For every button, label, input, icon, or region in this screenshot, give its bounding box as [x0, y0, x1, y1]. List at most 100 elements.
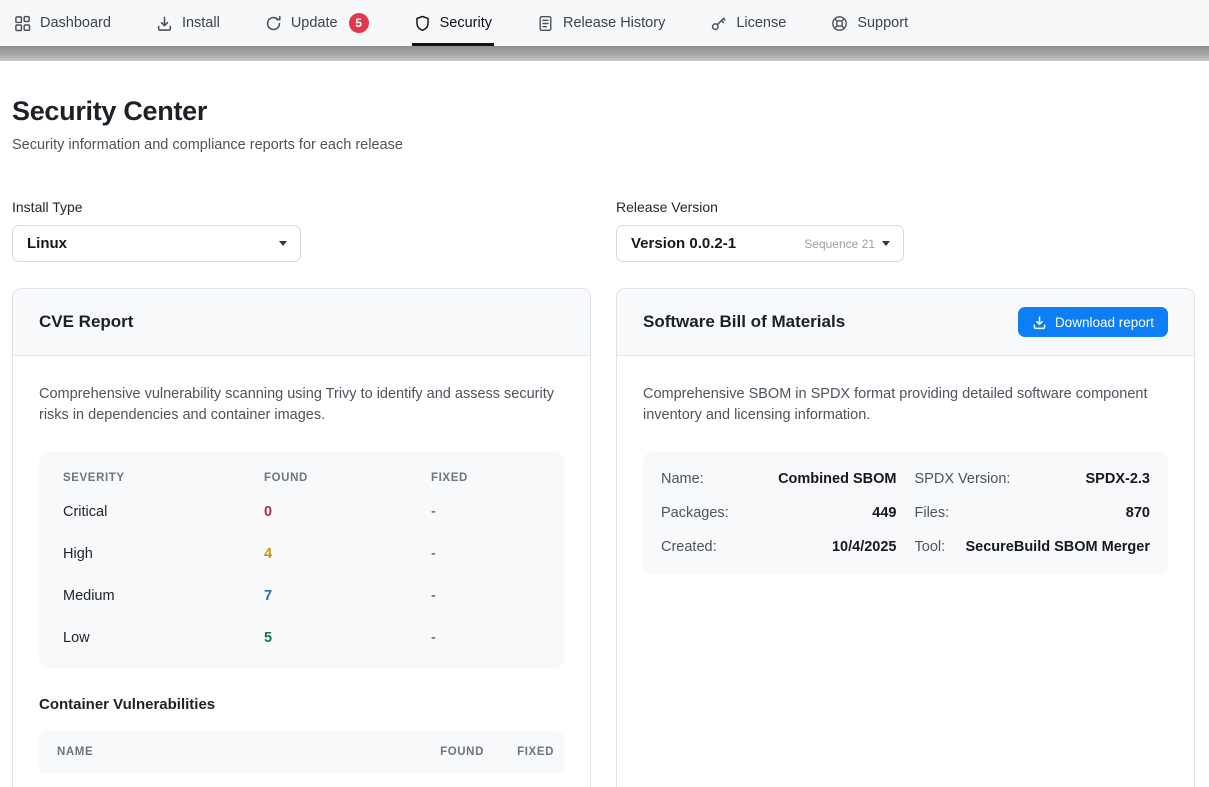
chevron-down-icon: [279, 241, 287, 246]
found-count: 7: [264, 588, 431, 604]
nav-item-install[interactable]: Install: [154, 0, 222, 46]
nav-label: Release History: [563, 15, 665, 31]
sbom-field-name: Name: Combined SBOM: [661, 471, 897, 487]
nav-label: Install: [182, 15, 220, 31]
sbom-field-packages: Packages: 449: [661, 505, 897, 521]
nav-item-release-history[interactable]: Release History: [535, 0, 667, 46]
col-found: FOUND: [394, 746, 484, 758]
nav-label: License: [736, 15, 786, 31]
nav-label: Support: [857, 15, 908, 31]
file-text-icon: [537, 15, 554, 32]
install-type-select[interactable]: Linux: [12, 225, 301, 262]
col-severity: SEVERITY: [63, 472, 264, 484]
nav-label: Update: [291, 15, 338, 31]
download-report-button[interactable]: Download report: [1018, 307, 1168, 337]
nav-item-dashboard[interactable]: Dashboard: [12, 0, 113, 46]
page-subtitle: Security information and compliance repo…: [12, 137, 1195, 153]
install-type-value: Linux: [27, 235, 67, 252]
sbom-field-created: Created: 10/4/2025: [661, 539, 897, 555]
key-icon: [710, 15, 727, 32]
release-version-value: Version 0.0.2-1: [631, 235, 736, 252]
field-label: Created:: [661, 539, 717, 555]
found-count: 5: [264, 630, 431, 646]
nav-label: Dashboard: [40, 15, 111, 31]
install-type-filter: Install Type Linux: [12, 199, 591, 262]
severity-label: Low: [63, 630, 264, 646]
release-version-select[interactable]: Version 0.0.2-1 Sequence 21: [616, 225, 904, 262]
dashboard-grid-icon: [14, 15, 31, 32]
field-value: Combined SBOM: [778, 471, 896, 487]
security-center-page: Security Center Security information and…: [0, 61, 1209, 787]
cve-card-header: CVE Report: [13, 289, 590, 356]
sbom-card-header: Software Bill of Materials Download repo…: [617, 289, 1194, 356]
col-name: NAME: [57, 746, 394, 758]
severity-label: Critical: [63, 504, 264, 520]
fixed-count: -: [431, 630, 540, 646]
field-value: 449: [872, 505, 896, 521]
field-label: Name:: [661, 471, 704, 487]
page-title: Security Center: [12, 96, 1195, 127]
sbom-row: Created: 10/4/2025 Tool: SecureBuild SBO…: [661, 530, 1150, 564]
chevron-down-icon: [882, 241, 890, 246]
col-fixed: FIXED: [484, 746, 554, 758]
sbom-description: Comprehensive SBOM in SPDX format provid…: [643, 384, 1168, 426]
nav-label: Security: [440, 15, 492, 31]
field-label: Packages:: [661, 505, 729, 521]
severity-label: High: [63, 546, 264, 562]
severity-table-header: SEVERITY FOUND FIXED: [39, 452, 564, 491]
field-label: Files:: [915, 505, 950, 521]
filters-row: Install Type Linux Release Version Versi…: [12, 199, 1195, 262]
update-count-badge: 5: [349, 13, 369, 33]
sequence-hint: Sequence 21: [804, 237, 875, 251]
fixed-count: -: [431, 504, 540, 520]
col-fixed: FIXED: [431, 472, 540, 484]
sbom-card-body: Comprehensive SBOM in SPDX format provid…: [617, 356, 1194, 602]
download-icon: [156, 15, 173, 32]
cve-report-card: CVE Report Comprehensive vulnerability s…: [12, 288, 591, 787]
field-value: SPDX-2.3: [1086, 471, 1150, 487]
download-report-label: Download report: [1055, 315, 1154, 330]
nav-shadow-strip: [0, 46, 1209, 61]
cve-card-title: CVE Report: [39, 312, 133, 332]
severity-row-medium: Medium 7 -: [39, 575, 564, 617]
container-table-header: NAME FOUND FIXED: [39, 731, 564, 773]
field-value: SecureBuild SBOM Merger: [965, 539, 1150, 555]
sbom-field-files: Files: 870: [915, 505, 1151, 521]
top-nav: Dashboard Install Update 5 Security: [0, 0, 1209, 46]
cve-description: Comprehensive vulnerability scanning usi…: [39, 384, 564, 426]
download-icon: [1032, 315, 1047, 330]
fixed-count: -: [431, 588, 540, 604]
sbom-card-title: Software Bill of Materials: [643, 312, 845, 332]
sbom-details: Name: Combined SBOM SPDX Version: SPDX-2…: [643, 452, 1168, 574]
found-count: 4: [264, 546, 431, 562]
severity-row-critical: Critical 0 -: [39, 491, 564, 533]
severity-row-high: High 4 -: [39, 533, 564, 575]
field-value: 870: [1126, 505, 1150, 521]
release-version-label: Release Version: [616, 199, 1195, 215]
severity-row-low: Low 5 -: [39, 617, 564, 659]
cards-row: CVE Report Comprehensive vulnerability s…: [12, 288, 1195, 787]
refresh-icon: [265, 15, 282, 32]
sbom-field-spdx-version: SPDX Version: SPDX-2.3: [915, 471, 1151, 487]
cve-card-body: Comprehensive vulnerability scanning usi…: [13, 356, 590, 787]
sbom-row: Packages: 449 Files: 870: [661, 496, 1150, 530]
severity-label: Medium: [63, 588, 264, 604]
container-vulnerabilities-title: Container Vulnerabilities: [39, 696, 564, 713]
life-buoy-icon: [831, 15, 848, 32]
sbom-field-tool: Tool: SecureBuild SBOM Merger: [915, 539, 1151, 555]
release-version-filter: Release Version Version 0.0.2-1 Sequence…: [616, 199, 1195, 262]
field-label: Tool:: [915, 539, 946, 555]
shield-icon: [414, 15, 431, 32]
nav-item-license[interactable]: License: [708, 0, 788, 46]
nav-item-support[interactable]: Support: [829, 0, 910, 46]
field-label: SPDX Version:: [915, 471, 1011, 487]
nav-item-security[interactable]: Security: [412, 0, 494, 46]
fixed-count: -: [431, 546, 540, 562]
install-type-label: Install Type: [12, 199, 591, 215]
found-count: 0: [264, 504, 431, 520]
field-value: 10/4/2025: [832, 539, 897, 555]
sbom-card: Software Bill of Materials Download repo…: [616, 288, 1195, 787]
severity-table: SEVERITY FOUND FIXED Critical 0 - High 4…: [39, 452, 564, 668]
nav-item-update[interactable]: Update 5: [263, 0, 371, 46]
sbom-row: Name: Combined SBOM SPDX Version: SPDX-2…: [661, 462, 1150, 496]
